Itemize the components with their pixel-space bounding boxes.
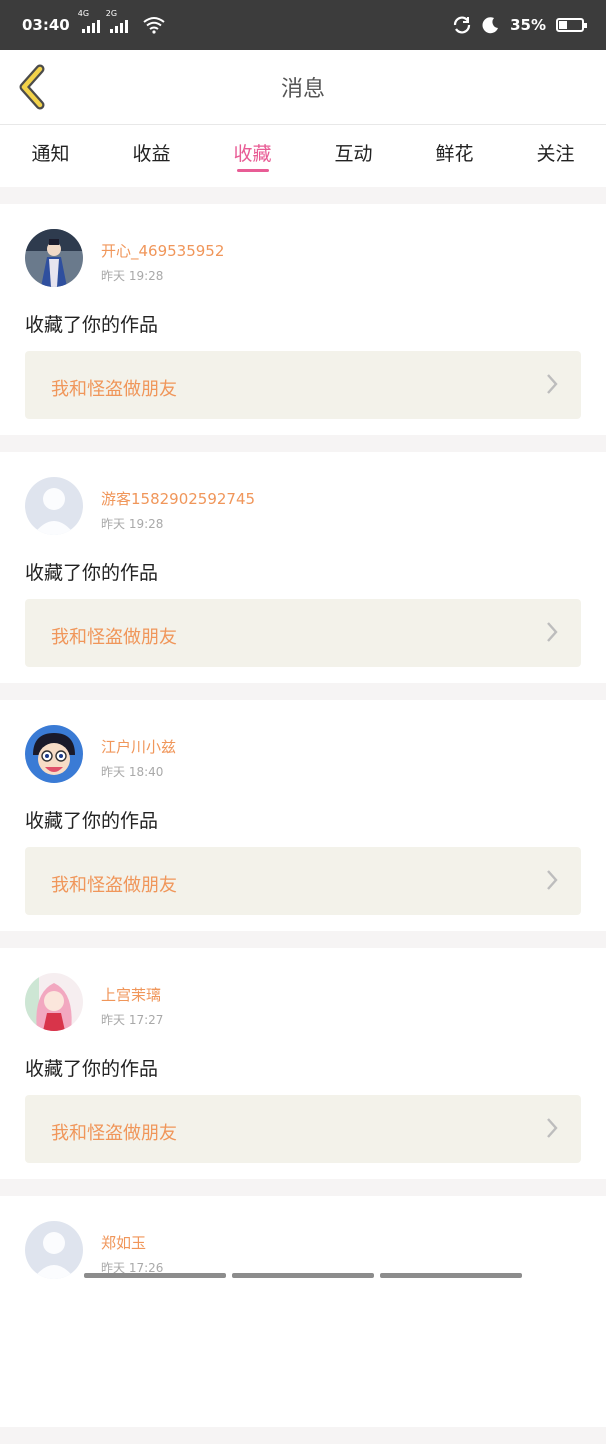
network-type-label-2: 2G <box>105 9 118 18</box>
message-card: 开心_469535952 昨天 19:28 收藏了你的作品 我和怪盗做朋友 <box>0 204 606 435</box>
chevron-right-icon <box>547 622 558 642</box>
timestamp: 昨天 19:28 <box>101 269 164 283</box>
work-link[interactable]: 我和怪盗做朋友 <box>25 847 581 915</box>
wifi-icon <box>143 17 165 34</box>
work-title: 我和怪盗做朋友 <box>51 1123 177 1144</box>
work-title: 我和怪盗做朋友 <box>51 379 177 400</box>
message-card: 游客1582902592745 昨天 19:28 收藏了你的作品 我和怪盗做朋友 <box>0 452 606 683</box>
signal-icon-2: 2G <box>106 9 128 33</box>
signal-icon: 4G <box>78 9 100 33</box>
tab-notifications[interactable]: 通知 <box>0 125 101 187</box>
timestamp: 昨天 18:40 <box>101 765 164 779</box>
work-link[interactable]: 我和怪盗做朋友 <box>25 599 581 667</box>
avatar[interactable] <box>25 1221 83 1279</box>
chevron-right-icon <box>547 870 558 890</box>
status-bar: 03:40 4G 2G 35% <box>0 0 606 50</box>
network-type-label: 4G <box>77 9 90 18</box>
avatar[interactable] <box>25 973 83 1031</box>
tab-follows[interactable]: 关注 <box>505 125 606 187</box>
message-card: 上宫茉璃 昨天 17:27 收藏了你的作品 我和怪盗做朋友 <box>0 948 606 1179</box>
bottom-indicator <box>84 1273 522 1278</box>
message-card: 江户川小兹 昨天 18:40 收藏了你的作品 我和怪盗做朋友 <box>0 700 606 931</box>
action-text: 收藏了你的作品 <box>25 314 159 336</box>
work-link[interactable]: 我和怪盗做朋友 <box>25 351 581 419</box>
tab-interactions[interactable]: 互动 <box>303 125 404 187</box>
username[interactable]: 游客1582902592745 <box>101 488 255 509</box>
clock: 03:40 <box>22 16 70 34</box>
action-text: 收藏了你的作品 <box>25 810 159 832</box>
tab-earnings[interactable]: 收益 <box>101 125 202 187</box>
tab-favorites[interactable]: 收藏 <box>202 125 303 187</box>
work-title: 我和怪盗做朋友 <box>51 875 177 896</box>
avatar[interactable] <box>25 477 83 535</box>
chevron-right-icon <box>547 1118 558 1138</box>
tab-bar: 通知 收益 收藏 互动 鲜花 关注 <box>0 125 606 187</box>
message-card: 郑如玉 昨天 17:26 <box>0 1196 606 1427</box>
battery-icon <box>556 18 587 32</box>
username[interactable]: 郑如玉 <box>101 1232 146 1253</box>
work-title: 我和怪盗做朋友 <box>51 627 177 648</box>
sync-icon <box>453 16 471 34</box>
page-title: 消息 <box>280 77 325 102</box>
avatar[interactable] <box>25 229 83 287</box>
username[interactable]: 开心_469535952 <box>101 240 224 261</box>
username[interactable]: 上宫茉璃 <box>101 984 161 1005</box>
action-text: 收藏了你的作品 <box>25 562 159 584</box>
timestamp: 昨天 19:28 <box>101 517 164 531</box>
action-text: 收藏了你的作品 <box>25 1058 159 1080</box>
tab-flowers[interactable]: 鲜花 <box>404 125 505 187</box>
header: 消息 <box>0 50 606 125</box>
username[interactable]: 江户川小兹 <box>101 736 176 757</box>
timestamp: 昨天 17:27 <box>101 1013 164 1027</box>
moon-icon <box>482 17 499 34</box>
battery-percent: 35% <box>510 16 546 34</box>
chevron-right-icon <box>547 374 558 394</box>
battery-fill <box>559 21 568 29</box>
back-arrow-icon[interactable] <box>14 64 54 110</box>
message-list: 开心_469535952 昨天 19:28 收藏了你的作品 我和怪盗做朋友 游客… <box>0 204 606 1444</box>
avatar[interactable] <box>25 725 83 783</box>
work-link[interactable]: 我和怪盗做朋友 <box>25 1095 581 1163</box>
